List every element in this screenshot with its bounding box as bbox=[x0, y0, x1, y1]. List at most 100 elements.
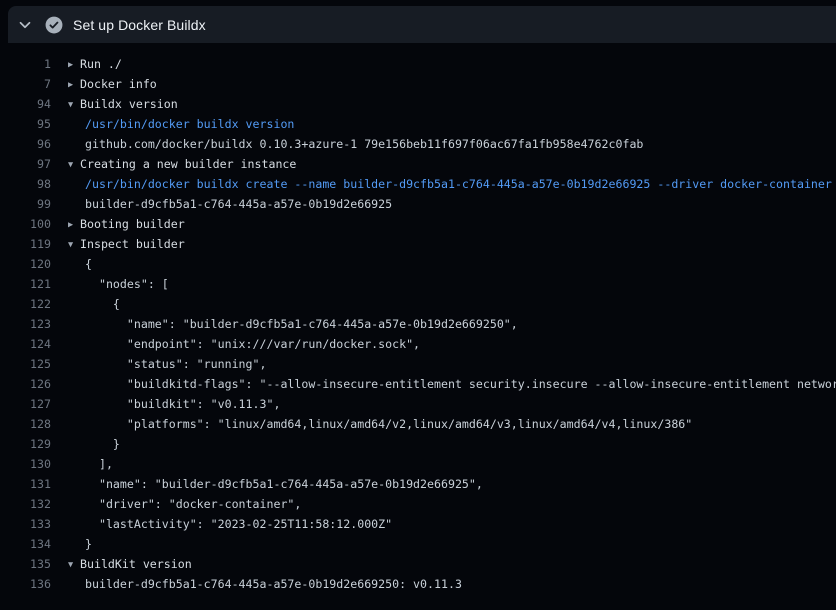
line-number[interactable]: 7 bbox=[0, 74, 51, 94]
log-line: 95/usr/bin/docker buildx version bbox=[0, 114, 836, 134]
line-number[interactable]: 98 bbox=[0, 174, 51, 194]
log-group-row[interactable]: ▼BuildKit version bbox=[68, 554, 836, 574]
log-line: 129 } bbox=[0, 434, 836, 454]
line-number[interactable]: 100 bbox=[0, 214, 51, 234]
line-number[interactable]: 125 bbox=[0, 354, 51, 374]
chevron-down-icon[interactable]: ▼ bbox=[68, 95, 80, 114]
output-text: "endpoint": "unix:///var/run/docker.sock… bbox=[68, 334, 836, 354]
actions-log-viewer: Set up Docker Buildx 1▶Run ./7▶Docker in… bbox=[0, 6, 836, 594]
log-line: 97 ▼Creating a new builder instance bbox=[0, 154, 836, 174]
log-line: 119 ▼Inspect builder bbox=[0, 234, 836, 254]
output-text: builder-d9cfb5a1-c764-445a-a57e-0b19d2e6… bbox=[68, 574, 836, 594]
output-text: ], bbox=[68, 454, 836, 474]
log-line: 130 ], bbox=[0, 454, 836, 474]
group-title[interactable]: Run ./ bbox=[80, 57, 122, 71]
log-group-row[interactable]: ▶Docker info bbox=[68, 74, 836, 94]
line-number[interactable]: 99 bbox=[0, 194, 51, 214]
line-number[interactable]: 95 bbox=[0, 114, 51, 134]
chevron-right-icon[interactable]: ▶ bbox=[68, 55, 80, 74]
log-group-row[interactable]: ▶Run ./ bbox=[68, 54, 836, 74]
log-group-row[interactable]: ▶Booting builder bbox=[68, 214, 836, 234]
output-text: builder-d9cfb5a1-c764-445a-a57e-0b19d2e6… bbox=[68, 194, 836, 214]
group-title[interactable]: Booting builder bbox=[80, 217, 185, 231]
log-line: 136 builder-d9cfb5a1-c764-445a-a57e-0b19d… bbox=[0, 574, 836, 594]
chevron-down-icon[interactable]: ▼ bbox=[68, 555, 80, 574]
line-number[interactable]: 122 bbox=[0, 294, 51, 314]
step-title: Set up Docker Buildx bbox=[73, 17, 206, 33]
line-number[interactable]: 126 bbox=[0, 374, 51, 394]
output-text: { bbox=[68, 294, 836, 314]
step-header[interactable]: Set up Docker Buildx bbox=[8, 6, 836, 43]
line-number[interactable]: 120 bbox=[0, 254, 51, 274]
log-line: 127 "buildkit": "v0.11.3", bbox=[0, 394, 836, 414]
log-line: 134} bbox=[0, 534, 836, 554]
log-line: 128 "platforms": "linux/amd64,linux/amd6… bbox=[0, 414, 836, 434]
group-title[interactable]: BuildKit version bbox=[80, 557, 192, 571]
output-text: github.com/docker/buildx 0.10.3+azure-1 … bbox=[68, 134, 836, 154]
line-number[interactable]: 124 bbox=[0, 334, 51, 354]
command-text: /usr/bin/docker buildx create --name bui… bbox=[68, 174, 836, 194]
group-title[interactable]: Creating a new builder instance bbox=[80, 157, 296, 171]
log-line: 121 "nodes": [ bbox=[0, 274, 836, 294]
line-number[interactable]: 135 bbox=[0, 554, 51, 574]
line-number[interactable]: 97 bbox=[0, 154, 51, 174]
log-line: 99 builder-d9cfb5a1-c764-445a-a57e-0b19d2… bbox=[0, 194, 836, 214]
line-number[interactable]: 129 bbox=[0, 434, 51, 454]
output-text: "name": "builder-d9cfb5a1-c764-445a-a57e… bbox=[68, 474, 836, 494]
log-group-row[interactable]: ▼Buildx version bbox=[68, 94, 836, 114]
log-line: 98/usr/bin/docker buildx create --name b… bbox=[0, 174, 836, 194]
command-text: /usr/bin/docker buildx version bbox=[68, 114, 836, 134]
log-group-row[interactable]: ▼Creating a new builder instance bbox=[68, 154, 836, 174]
group-title[interactable]: Docker info bbox=[80, 77, 157, 91]
log-line: 135 ▼BuildKit version bbox=[0, 554, 836, 574]
chevron-down-icon[interactable]: ▼ bbox=[68, 235, 80, 254]
log-line: 1 ▶Run ./ bbox=[0, 54, 836, 74]
output-text: "name": "builder-d9cfb5a1-c764-445a-a57e… bbox=[68, 314, 836, 334]
output-text: { bbox=[68, 254, 836, 274]
log-line: 125 "status": "running", bbox=[0, 354, 836, 374]
line-number[interactable]: 96 bbox=[0, 134, 51, 154]
output-text: "nodes": [ bbox=[68, 274, 836, 294]
chevron-down-icon[interactable] bbox=[17, 17, 33, 33]
output-text: "status": "running", bbox=[68, 354, 836, 374]
line-number[interactable]: 134 bbox=[0, 534, 51, 554]
check-circle-icon bbox=[45, 16, 63, 34]
line-number[interactable]: 133 bbox=[0, 514, 51, 534]
output-text: "driver": "docker-container", bbox=[68, 494, 836, 514]
line-number[interactable]: 130 bbox=[0, 454, 51, 474]
log-line: 132 "driver": "docker-container", bbox=[0, 494, 836, 514]
log-group-row[interactable]: ▼Inspect builder bbox=[68, 234, 836, 254]
line-number[interactable]: 119 bbox=[0, 234, 51, 254]
line-number[interactable]: 94 bbox=[0, 94, 51, 114]
log-line: 100 ▶Booting builder bbox=[0, 214, 836, 234]
chevron-down-icon[interactable]: ▼ bbox=[68, 155, 80, 174]
line-number[interactable]: 128 bbox=[0, 414, 51, 434]
output-text: "platforms": "linux/amd64,linux/amd64/v2… bbox=[68, 414, 836, 434]
output-text: "lastActivity": "2023-02-25T11:58:12.000… bbox=[68, 514, 836, 534]
log-line: 133 "lastActivity": "2023-02-25T11:58:12… bbox=[0, 514, 836, 534]
log-line: 120 { bbox=[0, 254, 836, 274]
line-number[interactable]: 123 bbox=[0, 314, 51, 334]
output-text: } bbox=[68, 534, 836, 554]
log-line: 124 "endpoint": "unix:///var/run/docker.… bbox=[0, 334, 836, 354]
line-number[interactable]: 132 bbox=[0, 494, 51, 514]
output-text: } bbox=[68, 434, 836, 454]
chevron-right-icon[interactable]: ▶ bbox=[68, 215, 80, 234]
group-title[interactable]: Inspect builder bbox=[80, 237, 185, 251]
log-line: 122 { bbox=[0, 294, 836, 314]
log-line: 94 ▼Buildx version bbox=[0, 94, 836, 114]
log-line: 7 ▶Docker info bbox=[0, 74, 836, 94]
log-line: 96 github.com/docker/buildx 0.10.3+azure-… bbox=[0, 134, 836, 154]
log-line: 123 "name": "builder-d9cfb5a1-c764-445a-… bbox=[0, 314, 836, 334]
log-line: 126 "buildkitd-flags": "--allow-insecure… bbox=[0, 374, 836, 394]
line-number[interactable]: 1 bbox=[0, 54, 51, 74]
log-line: 131 "name": "builder-d9cfb5a1-c764-445a-… bbox=[0, 474, 836, 494]
chevron-right-icon[interactable]: ▶ bbox=[68, 75, 80, 94]
line-number[interactable]: 136 bbox=[0, 574, 51, 594]
output-text: "buildkit": "v0.11.3", bbox=[68, 394, 836, 414]
log-lines: 1▶Run ./7▶Docker info94▼Buildx version95… bbox=[0, 43, 836, 594]
line-number[interactable]: 131 bbox=[0, 474, 51, 494]
line-number[interactable]: 121 bbox=[0, 274, 51, 294]
line-number[interactable]: 127 bbox=[0, 394, 51, 414]
group-title[interactable]: Buildx version bbox=[80, 97, 178, 111]
